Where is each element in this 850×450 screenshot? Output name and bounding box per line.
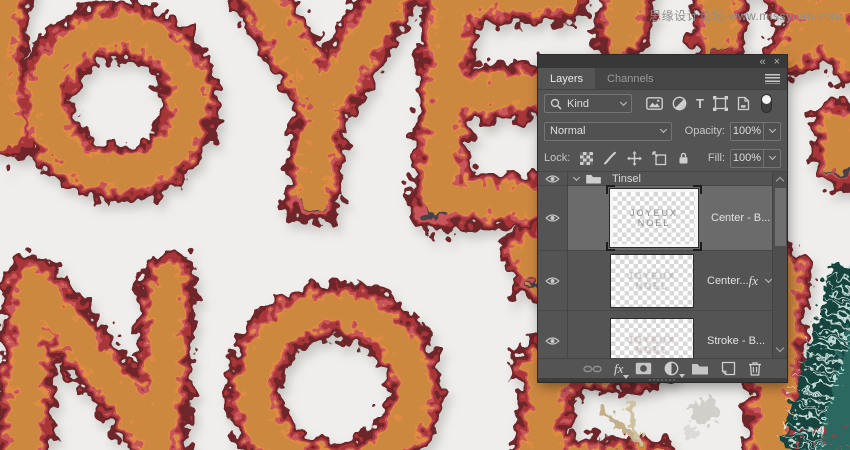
panel-resize-grip[interactable] (538, 378, 787, 382)
layer-mask-icon[interactable] (635, 362, 652, 375)
chevron-down-icon (620, 98, 627, 105)
pixel-layer-filter-icon[interactable] (646, 97, 663, 110)
layer-style-icon[interactable]: fx (614, 361, 623, 377)
layer-thumbnail[interactable]: JOYEUX NOEL (610, 254, 694, 308)
delete-layer-icon[interactable] (748, 361, 762, 376)
group-expand-icon[interactable] (573, 173, 580, 180)
scrollbar-thumb[interactable] (775, 188, 786, 246)
visibility-eye-icon[interactable] (538, 186, 568, 250)
lock-position-move-icon[interactable] (627, 151, 642, 166)
group-name[interactable]: Tinsel (612, 173, 641, 185)
scroll-up-icon[interactable] (776, 177, 784, 185)
layers-panel: « × Layers Channels Kind (538, 55, 787, 382)
fx-collapse-icon[interactable] (765, 275, 772, 282)
lock-transparency-icon[interactable] (580, 152, 593, 165)
group-row-tinsel[interactable]: Tinsel (538, 172, 787, 186)
close-panel-icon[interactable]: × (774, 57, 780, 67)
lock-row: Lock: Fill: 100% (538, 145, 787, 172)
shape-layer-filter-icon[interactable] (713, 96, 728, 111)
filter-row: Kind T (538, 90, 787, 117)
opacity-input[interactable]: 100% (730, 122, 764, 141)
watermark: 思缘设计论坛-www.missyuan.com (649, 7, 842, 24)
new-group-icon[interactable] (691, 362, 709, 375)
type-layer-filter-icon[interactable]: T (696, 97, 704, 110)
blend-mode-select[interactable]: Normal (544, 122, 672, 141)
tab-channels[interactable]: Channels (595, 68, 665, 89)
layer-name[interactable]: Center - B... (711, 212, 770, 224)
filter-kind-value: Kind (567, 98, 616, 110)
lock-pixels-brush-icon[interactable] (603, 151, 617, 165)
filter-toggle[interactable] (761, 94, 772, 113)
opacity-dropdown[interactable] (764, 122, 781, 141)
smart-object-filter-icon[interactable] (737, 96, 750, 111)
panel-toolbar: fx (538, 358, 787, 378)
panel-tab-bar: Layers Channels (538, 68, 787, 90)
blend-mode-value: Normal (550, 125, 656, 137)
lock-label: Lock: (544, 152, 570, 164)
layer-name[interactable]: Stroke - B... (707, 335, 765, 347)
new-adjustment-layer-icon[interactable] (664, 361, 679, 376)
fill-dropdown[interactable] (764, 149, 781, 168)
new-layer-icon[interactable] (721, 361, 736, 376)
layer-thumbnail[interactable]: JOYEUX NOEL (610, 318, 694, 359)
layer-thumbnail[interactable]: JOYEUX NOEL (610, 189, 698, 247)
group-folder-icon (585, 173, 602, 184)
scroll-down-icon[interactable] (776, 344, 784, 352)
lock-artboard-icon[interactable] (652, 151, 667, 166)
tab-layers[interactable]: Layers (538, 68, 595, 89)
collapse-panel-icon[interactable]: « (759, 57, 765, 67)
link-layers-icon[interactable] (583, 364, 602, 374)
opacity-label: Opacity: (685, 125, 725, 137)
search-icon (550, 98, 562, 110)
layer-row-stroke-b[interactable]: JOYEUX NOEL Stroke - B... (538, 311, 787, 358)
layer-row-center-fx[interactable]: JOYEUX NOEL Center... fx (538, 251, 787, 311)
layer-list: Tinsel JOYEUX NOEL Center - B... (538, 172, 787, 358)
visibility-eye-icon[interactable] (538, 311, 568, 358)
blend-row: Normal Opacity: 100% (538, 117, 787, 145)
fill-input[interactable]: 100% (730, 149, 764, 168)
layer-name[interactable]: Center... (707, 275, 749, 287)
filter-kind-select[interactable]: Kind (544, 94, 632, 113)
visibility-eye-icon[interactable] (538, 251, 568, 310)
panel-menu-icon[interactable] (765, 74, 780, 84)
adjustment-layer-filter-icon[interactable] (672, 96, 687, 111)
layer-row-center-b[interactable]: JOYEUX NOEL Center - B... (538, 186, 787, 251)
half-circle-icon (664, 361, 679, 376)
chevron-down-icon (660, 126, 667, 133)
fill-label: Fill: (708, 152, 725, 164)
lock-all-icon[interactable] (677, 151, 690, 165)
visibility-eye-icon[interactable] (538, 172, 568, 185)
panel-titlebar: « × (538, 55, 787, 68)
layer-list-scrollbar[interactable] (772, 172, 787, 358)
layer-fx-badge: fx (749, 273, 758, 289)
